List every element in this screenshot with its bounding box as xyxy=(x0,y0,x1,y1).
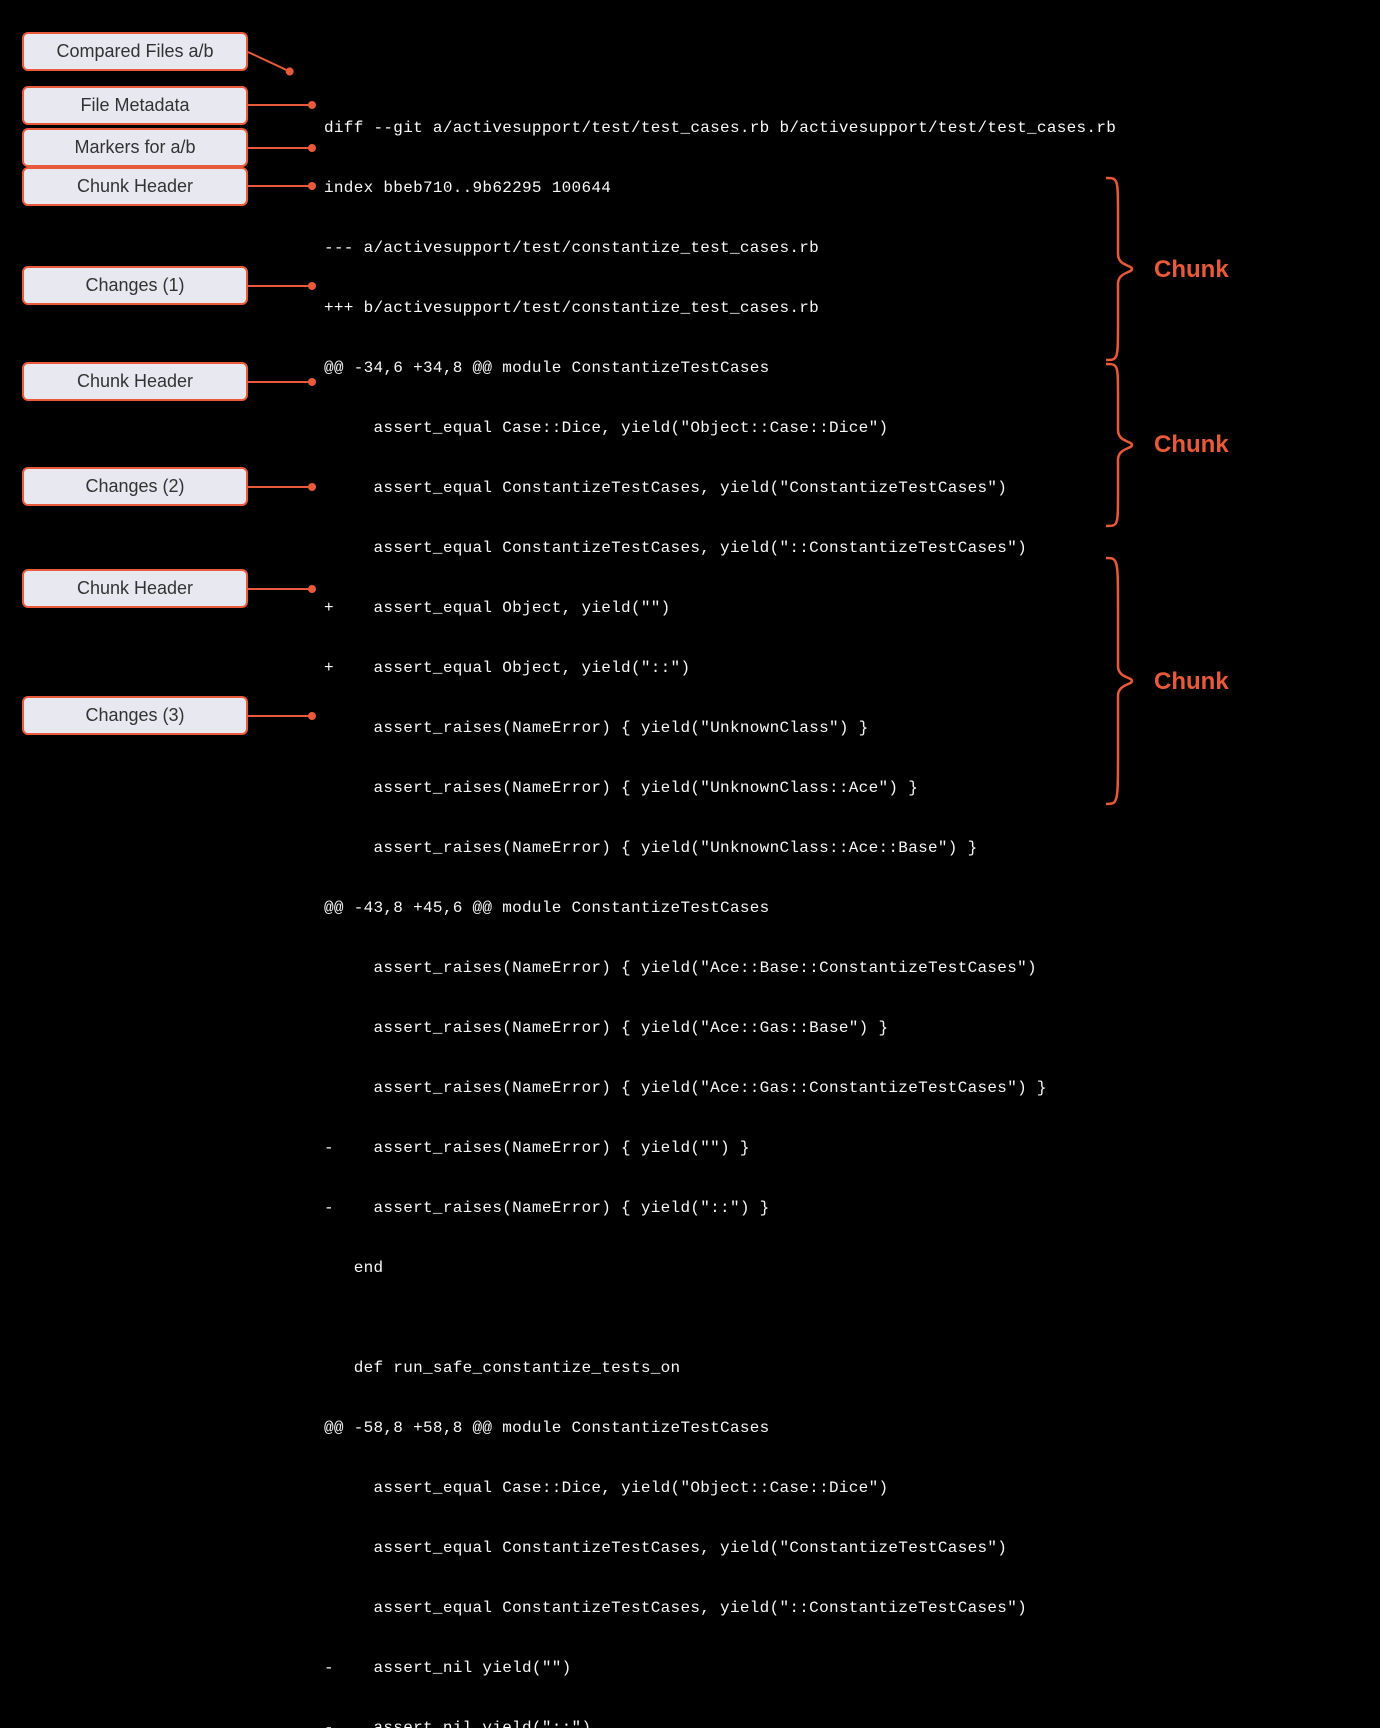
diff-line: assert_equal ConstantizeTestCases, yield… xyxy=(324,538,1116,558)
diff-line: assert_equal ConstantizeTestCases, yield… xyxy=(324,478,1116,498)
chunk-label-3: Chunk xyxy=(1154,668,1229,696)
connector-chunk-header-2 xyxy=(248,381,314,383)
diff-line: + assert_equal Object, yield("") xyxy=(324,598,1116,618)
diagram-canvas: Compared Files a/b File Metadata Markers… xyxy=(0,0,1380,864)
diff-line: end xyxy=(324,1258,1116,1278)
diff-line: def run_safe_constantize_tests_on xyxy=(324,1358,1116,1378)
connector-changes-3 xyxy=(248,715,314,717)
diff-line: + assert_equal Object, yield("::") xyxy=(324,658,1116,678)
label-changes-2: Changes (2) xyxy=(22,467,248,506)
diff-line: index bbeb710..9b62295 100644 xyxy=(324,178,1116,198)
label-chunk-header-2: Chunk Header xyxy=(22,362,248,401)
label-compared-files: Compared Files a/b xyxy=(22,32,248,71)
chunk-label-2: Chunk xyxy=(1154,431,1229,459)
diff-line: +++ b/activesupport/test/constantize_tes… xyxy=(324,298,1116,318)
diff-line: @@ -34,6 +34,8 @@ module ConstantizeTest… xyxy=(324,358,1116,378)
label-markers-ab: Markers for a/b xyxy=(22,128,248,167)
diff-line: --- a/activesupport/test/constantize_tes… xyxy=(324,238,1116,258)
diff-line: assert_raises(NameError) { yield("Ace::B… xyxy=(324,958,1116,978)
connector-changes-2 xyxy=(248,486,314,488)
diff-line: @@ -43,8 +45,6 @@ module ConstantizeTest… xyxy=(324,898,1116,918)
label-chunk-header-1: Chunk Header xyxy=(22,167,248,206)
diff-line: - assert_nil yield("") xyxy=(324,1658,1116,1678)
label-changes-1: Changes (1) xyxy=(22,266,248,305)
diff-line: assert_raises(NameError) { yield("Unknow… xyxy=(324,838,1116,858)
diff-line: - assert_nil yield("::") xyxy=(324,1718,1116,1728)
connector-markers-ab xyxy=(248,147,314,149)
diff-line: assert_equal ConstantizeTestCases, yield… xyxy=(324,1598,1116,1618)
diff-line: diff --git a/activesupport/test/test_cas… xyxy=(324,118,1116,138)
connector-compared-files xyxy=(248,51,292,73)
label-file-metadata: File Metadata xyxy=(22,86,248,125)
diff-line: - assert_raises(NameError) { yield("::")… xyxy=(324,1198,1116,1218)
diff-output: diff --git a/activesupport/test/test_cas… xyxy=(324,78,1116,1728)
diff-line: assert_equal Case::Dice, yield("Object::… xyxy=(324,1478,1116,1498)
diff-line: @@ -58,8 +58,8 @@ module ConstantizeTest… xyxy=(324,1418,1116,1438)
connector-file-metadata xyxy=(248,104,314,106)
connector-chunk-header-1 xyxy=(248,185,314,187)
label-changes-3: Changes (3) xyxy=(22,696,248,735)
diff-line: assert_equal Case::Dice, yield("Object::… xyxy=(324,418,1116,438)
connector-chunk-header-3 xyxy=(248,588,314,590)
connector-changes-1 xyxy=(248,285,314,287)
diff-line: - assert_raises(NameError) { yield("") } xyxy=(324,1138,1116,1158)
diff-line: assert_raises(NameError) { yield("Ace::G… xyxy=(324,1018,1116,1038)
label-chunk-header-3: Chunk Header xyxy=(22,569,248,608)
chunk-label-1: Chunk xyxy=(1154,256,1229,284)
diff-line: assert_equal ConstantizeTestCases, yield… xyxy=(324,1538,1116,1558)
diff-line: assert_raises(NameError) { yield("Ace::G… xyxy=(324,1078,1116,1098)
diff-line: assert_raises(NameError) { yield("Unknow… xyxy=(324,718,1116,738)
diff-line: assert_raises(NameError) { yield("Unknow… xyxy=(324,778,1116,798)
